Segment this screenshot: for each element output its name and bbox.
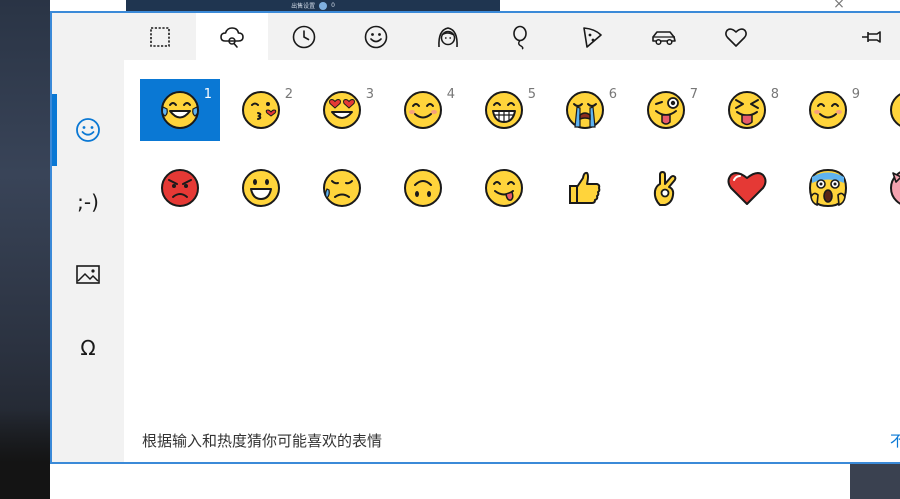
desktop-background-corner bbox=[850, 464, 900, 499]
emoji-cell[interactable]: 9 bbox=[788, 79, 868, 141]
emoji-number: 2 bbox=[284, 87, 293, 102]
smiley-outline-icon bbox=[76, 118, 100, 142]
category-rail: ;-) Ω bbox=[52, 13, 124, 462]
pizza-icon bbox=[583, 26, 602, 48]
emoji-panel: ;-) Ω 1 2 3 4 5 6 7 8 9 根据输入和热度猜你可能喜欢的表情 bbox=[50, 11, 900, 464]
tab-food[interactable] bbox=[556, 13, 628, 60]
balloon-icon bbox=[513, 25, 527, 50]
emoji-cell[interactable] bbox=[464, 157, 544, 219]
emoji-cell[interactable]: 3 bbox=[302, 79, 382, 141]
emoji-cell[interactable] bbox=[869, 157, 900, 219]
emoji-number: 7 bbox=[689, 87, 698, 102]
rail-item-symbols[interactable]: Ω bbox=[52, 312, 124, 384]
tab-people[interactable] bbox=[412, 13, 484, 60]
rail-item-kaomoji[interactable]: ;-) bbox=[52, 166, 124, 238]
emoji-cell[interactable]: 8 bbox=[707, 79, 787, 141]
emoji-cell[interactable]: 6 bbox=[545, 79, 625, 141]
emoji-cell[interactable] bbox=[788, 157, 868, 219]
tab-smart-suggestion[interactable] bbox=[196, 13, 268, 60]
emoji-cell[interactable]: 1 bbox=[140, 79, 220, 141]
emoji-cell[interactable] bbox=[707, 157, 787, 219]
kaomoji-label: ;-) bbox=[77, 190, 99, 214]
face-with-tears-of-joy-icon bbox=[161, 91, 199, 129]
suggestion-hint-text: 根据输入和热度猜你可能喜欢的表情 bbox=[142, 432, 383, 450]
emoji-cell[interactable] bbox=[140, 157, 220, 219]
tab-symbols-heart[interactable] bbox=[700, 13, 772, 60]
squinting-face-with-tongue-icon bbox=[728, 91, 766, 129]
recent-frame-icon bbox=[150, 26, 170, 47]
emoji-number: 6 bbox=[608, 87, 617, 102]
sad-but-relieved-face-icon bbox=[323, 169, 361, 207]
emoji-number: 1 bbox=[203, 87, 212, 102]
emoji-cell[interactable] bbox=[869, 79, 900, 141]
emoji-number: 9 bbox=[851, 87, 860, 102]
emoji-cell[interactable]: 7 bbox=[626, 79, 706, 141]
emoji-category-tabs bbox=[124, 13, 900, 60]
tab-recent-frame[interactable] bbox=[124, 13, 196, 60]
emoji-cell[interactable]: 2 bbox=[221, 79, 301, 141]
red-heart-icon bbox=[727, 172, 767, 205]
upside-down-face-icon bbox=[404, 169, 442, 207]
emoji-cell[interactable] bbox=[221, 157, 301, 219]
heart-icon bbox=[725, 27, 747, 47]
smart-suggestion-icon bbox=[220, 26, 244, 48]
symbols-label: Ω bbox=[80, 336, 96, 360]
person-icon bbox=[438, 26, 458, 47]
emoji-cell[interactable] bbox=[626, 157, 706, 219]
smiley-icon bbox=[364, 25, 388, 48]
tab-smileys[interactable] bbox=[340, 13, 412, 60]
car-icon bbox=[652, 30, 676, 45]
ok-hand-icon bbox=[653, 171, 677, 206]
grinning-face-icon bbox=[242, 169, 280, 207]
rail-item-gif[interactable] bbox=[52, 239, 124, 311]
smiling-face-with-smiling-eyes-icon bbox=[404, 91, 442, 129]
winking-face-with-tongue-icon bbox=[647, 91, 685, 129]
emoji-number: 3 bbox=[365, 87, 374, 102]
shield-icon bbox=[319, 1, 328, 10]
smiling-face-with-smiling-eyes-icon bbox=[809, 91, 847, 129]
smiling-face-with-heart-eyes-icon bbox=[323, 91, 361, 129]
pin-button[interactable] bbox=[844, 13, 900, 60]
emoji-number: 8 bbox=[770, 87, 779, 102]
face-screaming-in-fear-icon bbox=[808, 168, 848, 208]
rail-item-emoji[interactable] bbox=[52, 94, 124, 166]
desktop-background bbox=[0, 0, 50, 499]
image-icon bbox=[76, 265, 100, 284]
thumbs-up-icon bbox=[569, 171, 601, 204]
loudly-crying-face-icon bbox=[566, 91, 604, 129]
background-strip-count: 0 bbox=[331, 2, 335, 9]
emoji-cell[interactable]: 5 bbox=[464, 79, 544, 141]
close-icon[interactable]: × bbox=[830, 0, 848, 11]
emoji-cell[interactable]: 4 bbox=[383, 79, 463, 141]
tab-celebration[interactable] bbox=[484, 13, 556, 60]
emoji-cell[interactable] bbox=[383, 157, 463, 219]
face-savoring-food-icon bbox=[485, 169, 523, 207]
window-bottom-area bbox=[50, 464, 850, 499]
background-strip-text: 出售设置 bbox=[291, 3, 316, 10]
hint-link[interactable]: 不 bbox=[890, 430, 900, 451]
emoji-number: 4 bbox=[446, 87, 455, 102]
tab-travel[interactable] bbox=[628, 13, 700, 60]
face-blowing-a-kiss-icon bbox=[242, 91, 280, 129]
pig-face-icon bbox=[890, 171, 900, 205]
background-window-strip: 出售设置 0 bbox=[126, 0, 500, 11]
emoji-cell[interactable] bbox=[302, 157, 382, 219]
partial-emoji-icon bbox=[890, 93, 900, 127]
emoji-number: 5 bbox=[527, 87, 536, 102]
clock-icon bbox=[292, 25, 316, 48]
emoji-cell[interactable] bbox=[545, 157, 625, 219]
pouting-face-icon bbox=[161, 169, 199, 207]
beaming-face-with-smiling-eyes-icon bbox=[485, 91, 523, 129]
pin-icon bbox=[862, 30, 881, 43]
tab-recent[interactable] bbox=[268, 13, 340, 60]
